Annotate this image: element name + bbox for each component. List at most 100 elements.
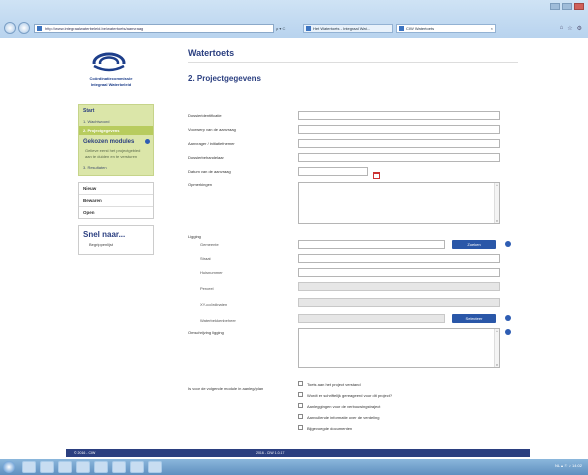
explorer-task-icon[interactable] [22,461,36,473]
aanvraag-input[interactable] [298,125,500,134]
logo[interactable]: Coördinatiecommissie Integraal Waterbele… [66,38,156,90]
module-label-5: Bijgevoegde documenten [307,426,353,431]
footer-left: © 2016 - CIW [74,451,96,455]
menu-item-new[interactable]: Nieuw [79,183,153,195]
modules-question: Is voor de volgende module in aanleg/pla… [188,386,264,391]
folder-task-icon[interactable] [76,461,90,473]
back-button[interactable] [4,22,16,34]
glossary-link[interactable]: Begrippenlijst [83,242,149,247]
dossier-id-label: Dossieridentificatie [188,113,222,118]
section-title: 2. Projectgegevens [188,74,261,83]
page-container: Coördinatiecommissie Integraal Waterbele… [66,38,530,459]
datum-input[interactable] [298,167,368,176]
minimize-button[interactable] [550,3,560,10]
modules-note: Gelieve eerst het projectgebied aan te d… [85,148,141,159]
modules-section: Gekozen modules [79,135,153,147]
browser-task-icon[interactable] [40,461,54,473]
address-tools[interactable]: ρ ▾ C [276,24,285,33]
os-taskbar: NL ▴ ⚐ ♪ 14:02 [0,459,588,475]
info-icon[interactable] [505,329,511,335]
huisnummer-label: Huisnummer [200,270,223,275]
xy-label: XY-coördinaten [200,302,228,307]
info-icon[interactable] [505,241,511,247]
straat-label: Straat [200,256,211,261]
sidebar-step-3[interactable]: 3. Resultaten [79,161,153,175]
address-bar[interactable]: http://www.integraalwaterbeleid.be/water… [34,24,274,33]
page-viewport: Coördinatiecommissie Integraal Waterbele… [0,38,588,459]
sidebar-step-1[interactable]: 1. Wachtwoord [79,117,153,126]
browser-tab-2[interactable]: CIW Watertoets × [396,24,496,33]
huisnummer-input[interactable] [298,268,500,277]
perceel-label: Perceel [200,286,214,291]
datum-label: Datum van de aanvraag [188,169,231,174]
textarea-scrollbar[interactable] [494,183,499,223]
sidebar-step-2[interactable]: 2. Projectgegevens [79,126,153,135]
aanvrager-input[interactable] [298,139,500,148]
system-tray[interactable]: NL ▴ ⚐ ♪ 14:02 [555,463,582,468]
close-window-button[interactable] [574,3,584,10]
gebied-label: Waterbekkenbeheer [200,318,236,323]
word-task-icon[interactable] [94,461,108,473]
module-checkbox-5[interactable] [298,425,303,430]
page-footer: © 2016 - CIW 2016 - CIW 1.0.17 [66,449,530,457]
browser-toolbar-icons: ⌂ ☆ ⚙ [560,25,582,32]
modules-title: Gekozen modules [83,139,135,145]
aanvraag-label: Voorwerp van de aanvraag [188,127,236,132]
menu-item-save[interactable]: Bewaren [79,195,153,207]
app-task-icon[interactable] [112,461,126,473]
behandelaar-label: Dossierbehandelaar [188,155,224,160]
start-button[interactable] [3,461,15,473]
wizard-steps: Start 1. Wachtwoord 2. Projectgegevens G… [78,104,154,176]
footer-center: 2016 - CIW 1.0.17 [256,451,285,455]
gemeente-label: Gemeente [200,242,219,247]
perceel-input [298,282,500,291]
sidebar-start[interactable]: Start [79,105,153,117]
media-task-icon[interactable] [58,461,72,473]
calendar-icon[interactable] [373,172,380,179]
module-label-1: Toets aan het project verstand [307,382,361,387]
app-task-icon[interactable] [130,461,144,473]
tab-label: Het Watertoets - Integraal Wat... [313,26,371,31]
forward-button[interactable] [18,22,30,34]
ligging-label: Ligging [188,234,201,239]
gemeente-input[interactable] [298,240,445,249]
tab-label: CIW Watertoets [406,26,435,31]
opmerkingen-textarea[interactable] [298,182,500,224]
straat-input[interactable] [298,254,500,263]
browser-chrome: http://www.integraalwaterbeleid.be/water… [0,0,588,38]
info-icon[interactable] [505,315,511,321]
logo-line-2: Integraal Waterbeleid [90,82,132,87]
tab-favicon-icon [399,26,404,31]
tab-favicon-icon [306,26,311,31]
address-text: http://www.integraalwaterbeleid.be/water… [45,26,144,31]
quick-links-title: Snel naar... [83,230,126,239]
module-label-2: Wordt er schriftelijk gereageerd voor di… [307,393,393,398]
module-checkbox-3[interactable] [298,403,303,408]
settings-gear-icon[interactable]: ⚙ [577,25,582,32]
maximize-button[interactable] [562,3,572,10]
gemeente-search-button[interactable]: Zoeken [452,240,496,249]
xy-input [298,298,500,307]
module-checkbox-1[interactable] [298,381,303,386]
home-icon[interactable]: ⌂ [560,25,564,32]
info-icon[interactable] [145,139,150,144]
title-divider [188,62,518,63]
favorites-star-icon[interactable]: ☆ [567,25,572,32]
opmerkingen-label: Opmerkingen [188,182,213,187]
behandelaar-input[interactable] [298,153,500,162]
textarea-scrollbar[interactable] [494,329,499,367]
module-checkbox-2[interactable] [298,392,303,397]
browser-tab-1[interactable]: Het Watertoets - Integraal Wat... [303,24,393,33]
dossier-id-input[interactable] [298,111,500,120]
action-menu: Nieuw Bewaren Open [78,182,154,219]
window-controls [550,3,584,10]
logo-line-1: Coördinatiecommissie [89,76,133,81]
omschrijving-textarea[interactable] [298,328,500,368]
module-checkbox-4[interactable] [298,414,303,419]
close-tab-icon[interactable]: × [491,25,493,32]
app-task-icon[interactable] [148,461,162,473]
gebied-select-button[interactable]: Selecteer [452,314,496,323]
gebied-input [298,314,445,323]
site-favicon-icon [37,26,42,31]
menu-item-open[interactable]: Open [79,207,153,218]
